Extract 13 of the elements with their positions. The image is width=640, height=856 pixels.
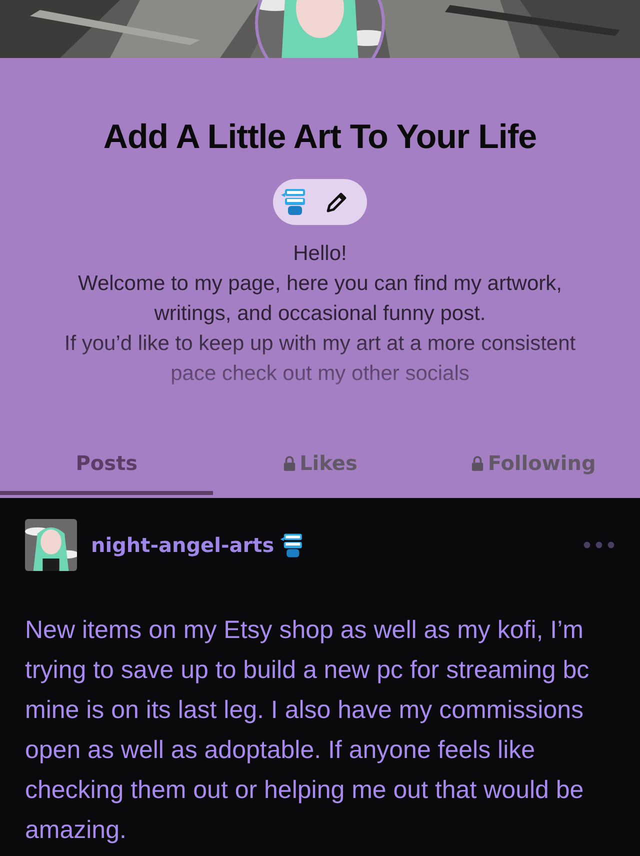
blog-description: Welcome to my page, here you can find my artwork, writings, and occasional funny post. xyxy=(77,271,563,327)
tab[interactable]: Likes xyxy=(213,437,427,495)
toy-icon xyxy=(280,532,304,558)
blog-description: Hello! xyxy=(292,241,348,267)
badge-pill[interactable] xyxy=(273,179,367,225)
post-text: New items on my Etsy shop as well as my kofi, I’m trying to save up to build a new pc for streaming bc mine is on its last leg. I also have my commissions open as well as adoptable. If anyone feels like checking them out or helping me out that would be amazing. xyxy=(25,615,590,846)
blog-description: If you’d like to keep up with my art at a more consistent pace check out my other socials xyxy=(63,331,577,387)
toy-icon xyxy=(281,187,307,217)
tab[interactable]: Following xyxy=(426,437,640,495)
tab[interactable]: Posts xyxy=(0,437,214,495)
author-name[interactable]: night-angel-arts xyxy=(91,533,274,557)
blog-title: Add A Little Art To Your Life xyxy=(103,118,537,157)
pencil-icon xyxy=(325,190,349,214)
